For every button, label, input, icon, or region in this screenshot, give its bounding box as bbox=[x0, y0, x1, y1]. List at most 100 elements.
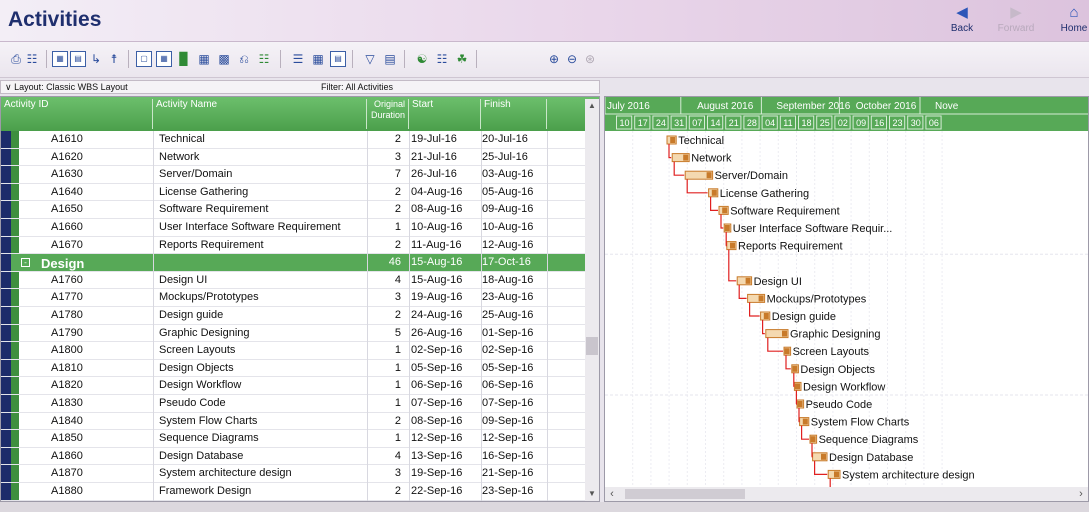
back-button[interactable]: ◀ Back bbox=[940, 3, 984, 39]
columns-icon[interactable]: ☰ bbox=[290, 51, 306, 67]
column-header-blank bbox=[547, 99, 585, 129]
group-icon[interactable]: ▤ bbox=[382, 51, 398, 67]
filter-label[interactable]: Filter: All Activities bbox=[321, 81, 393, 93]
toolbar-separator bbox=[476, 50, 477, 68]
tree-icon[interactable]: ☷ bbox=[256, 51, 272, 67]
filter-icon[interactable]: ▽ bbox=[362, 51, 378, 67]
collapse-toggle[interactable]: - bbox=[21, 258, 30, 268]
table-row[interactable]: A1610 Technical 2 19-Jul-16 20-Jul-16 bbox=[1, 131, 585, 149]
scrollbar-thumb[interactable] bbox=[625, 489, 745, 499]
forward-button[interactable]: ▶ Forward bbox=[994, 3, 1038, 39]
bars-icon[interactable]: ▤ bbox=[70, 51, 86, 67]
bar-label: Technical bbox=[678, 135, 724, 147]
column-header-duration[interactable]: Original Duration bbox=[367, 99, 409, 129]
wbs-level-stripe bbox=[1, 201, 11, 218]
activity-name: Server/Domain bbox=[159, 168, 233, 181]
scroll-down-button[interactable]: ▼ bbox=[585, 487, 599, 501]
group-icon[interactable]: ☷ bbox=[434, 51, 450, 67]
wbs-row[interactable]: - Design 46 15-Aug-16 17-Oct-16 bbox=[1, 254, 585, 272]
table-row[interactable]: A1630 Server/Domain 7 26-Jul-16 03-Aug-16 bbox=[1, 166, 585, 184]
table-row[interactable]: A1770 Mockups/Prototypes 3 19-Aug-16 23-Aug-… bbox=[1, 289, 585, 307]
activity-id: A1860 bbox=[51, 449, 83, 462]
table-row[interactable]: A1650 Software Requirement 2 08-Aug-16 09-Au… bbox=[1, 201, 585, 219]
table-row[interactable]: A1870 System architecture design 3 19-Sep-1… bbox=[1, 465, 585, 483]
horizontal-scrollbar[interactable]: ‹ › bbox=[605, 487, 1088, 501]
column-header-activity-name[interactable]: Activity Name bbox=[153, 99, 367, 129]
relationship-line bbox=[738, 284, 747, 299]
duration-value: 2 bbox=[394, 238, 401, 251]
wbs-level-stripe bbox=[1, 289, 11, 306]
chart-icon[interactable]: ▩ bbox=[216, 51, 232, 67]
wbs-level-stripe bbox=[11, 271, 19, 289]
finish-date: 01-Sep-16 bbox=[482, 326, 534, 339]
activity-id: A1620 bbox=[51, 150, 83, 163]
duration-value: 3 bbox=[394, 291, 401, 304]
table-row[interactable]: A1640 License Gathering 2 04-Aug-16 05-Aug-1… bbox=[1, 183, 585, 202]
layout-icon[interactable]: ▤ bbox=[330, 51, 346, 67]
table-row[interactable]: A1840 System Flow Charts 2 08-Sep-16 09-Sep-… bbox=[1, 412, 585, 431]
home-button[interactable]: ⌂ Home bbox=[1052, 3, 1089, 39]
wbs-level-stripe bbox=[1, 307, 11, 324]
finish-date: 25-Aug-16 bbox=[482, 309, 534, 321]
columns-icon[interactable]: ▦ bbox=[52, 51, 68, 67]
print-preview-icon[interactable]: ☷ bbox=[24, 51, 40, 67]
bar-label: Graphic Designing bbox=[790, 329, 881, 341]
wbs-level-stripe bbox=[1, 395, 11, 412]
layout-icon[interactable]: ▢ bbox=[136, 51, 152, 67]
table-row[interactable]: A1780 Design guide 2 24-Aug-16 25-Aug-16 bbox=[1, 307, 585, 325]
zoom-out-icon[interactable]: ⊖ bbox=[564, 51, 580, 67]
zoom-in-icon[interactable]: ⊕ bbox=[546, 51, 562, 67]
table-row[interactable]: A1830 Pseudo Code 1 07-Sep-16 07-Sep-16 bbox=[1, 395, 585, 413]
finish-date: 21-Sep-16 bbox=[482, 467, 534, 480]
table-row[interactable]: A1760 Design UI 4 15-Aug-16 18-Aug-16 bbox=[1, 271, 585, 290]
finish-date: 05-Sep-16 bbox=[482, 361, 534, 374]
print-icon[interactable]: ⎙ bbox=[8, 51, 24, 67]
table-row[interactable]: A1820 Design Workflow 1 06-Sep-16 06-Sep-16 bbox=[1, 377, 585, 395]
table-row[interactable]: A1880 Framework Design 2 22-Sep-16 23-Sep-16 bbox=[1, 483, 585, 501]
wbs-level-stripe bbox=[11, 148, 19, 166]
scrollbar-thumb[interactable] bbox=[586, 337, 598, 355]
activity-name: Design Database bbox=[159, 449, 244, 462]
chart-icon[interactable]: ▦ bbox=[196, 51, 212, 67]
activity-id: A1800 bbox=[51, 344, 83, 357]
table-row[interactable]: A1790 Graphic Designing 5 26-Aug-16 01-Sep-1… bbox=[1, 324, 585, 343]
week-label: 30 bbox=[911, 118, 921, 128]
chart-icon[interactable]: ⎌ bbox=[236, 51, 252, 67]
bar-label: Server/Domain bbox=[715, 170, 788, 182]
toolbar: ⎙ ☷ ▦ ▤ ↳ ☨ ▢ ▦ ▉ ▦ ▩ ⎌ ☷ ☰ ▦ ▤ ▽ ▤ ☯ ☷ … bbox=[0, 42, 1089, 78]
table-row[interactable]: A1620 Network 3 21-Jul-16 25-Jul-16 bbox=[1, 148, 585, 167]
column-header-start[interactable]: Start bbox=[409, 99, 481, 129]
table-row[interactable]: A1660 User Interface Software Requirement… bbox=[1, 219, 585, 237]
zoom-fit-icon[interactable]: ⊛ bbox=[582, 51, 598, 67]
scroll-up-button[interactable]: ▲ bbox=[585, 99, 599, 113]
start-date: 02-Sep-16 bbox=[411, 344, 463, 357]
column-header-activity-id[interactable]: Activity ID bbox=[1, 99, 153, 129]
scroll-left-icon[interactable]: ‹ bbox=[605, 487, 619, 501]
start-date: 26-Aug-16 bbox=[411, 326, 463, 339]
table-row[interactable]: A1670 Reports Requirement 2 11-Aug-16 12-Aug… bbox=[1, 236, 585, 255]
column-divider bbox=[153, 131, 154, 501]
finish-date: 09-Aug-16 bbox=[482, 203, 534, 216]
layout-selector[interactable]: ∨ Layout: Classic WBS Layout bbox=[5, 81, 128, 93]
activity-id: A1660 bbox=[51, 221, 83, 233]
table-body: A1610 Technical 2 19-Jul-16 20-Jul-16 A1620 Ne… bbox=[1, 131, 585, 501]
forward-arrow-icon: ▶ bbox=[1010, 4, 1022, 21]
table-row[interactable]: A1800 Screen Layouts 1 02-Sep-16 02-Sep-16 bbox=[1, 342, 585, 360]
vertical-scrollbar[interactable] bbox=[585, 113, 599, 487]
wbs-level-stripe bbox=[1, 183, 11, 201]
table-row[interactable]: A1860 Design Database 4 13-Sep-16 16-Sep-16 bbox=[1, 447, 585, 466]
activity-name: Design guide bbox=[159, 309, 224, 321]
scroll-right-icon[interactable]: › bbox=[1074, 487, 1088, 501]
group-icon[interactable]: ☘ bbox=[454, 51, 470, 67]
table-icon[interactable]: ▦ bbox=[310, 51, 326, 67]
group-icon[interactable]: ☯ bbox=[414, 51, 430, 67]
chart-icon[interactable]: ▉ bbox=[176, 51, 192, 67]
table-row[interactable]: A1850 Sequence Diagrams 1 12-Sep-16 12-Sep-1… bbox=[1, 430, 585, 448]
table-icon[interactable]: ▦ bbox=[156, 51, 172, 67]
relationship-icon[interactable]: ↳ bbox=[88, 51, 104, 67]
column-header-finish[interactable]: Finish bbox=[481, 99, 547, 129]
wbs-level-stripe bbox=[1, 166, 11, 183]
table-row[interactable]: A1810 Design Objects 1 05-Sep-16 05-Sep-16 bbox=[1, 359, 585, 378]
wbs-icon[interactable]: ☨ bbox=[106, 51, 122, 67]
activity-name: Design Objects bbox=[159, 361, 234, 374]
